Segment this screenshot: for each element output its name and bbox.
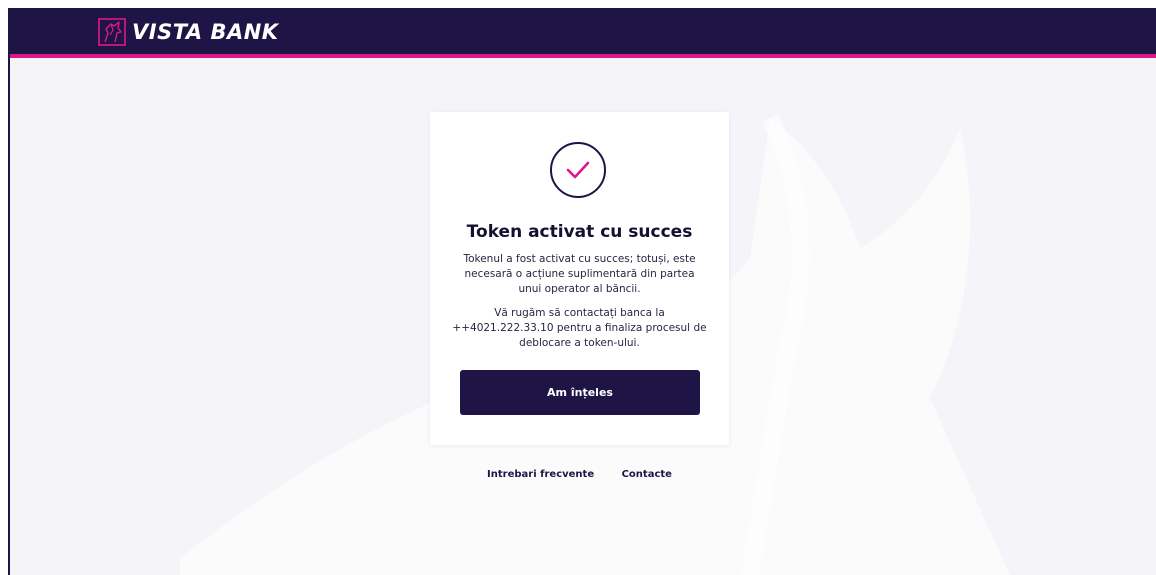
top-navbar: VISTA BANK xyxy=(10,8,1156,58)
contact-instructions: Vă rugăm să contactați banca la ++4021.2… xyxy=(452,307,707,349)
page-title: Token activat cu succes xyxy=(466,222,693,242)
checkmark-circle-icon xyxy=(550,142,606,198)
brand-name: VISTA BANK xyxy=(132,20,279,44)
understood-button[interactable]: Am înțeles xyxy=(460,370,700,415)
contacts-link[interactable]: Contacte xyxy=(622,469,672,480)
footer-links: Intrebari frecvente Contacte xyxy=(430,469,729,480)
faq-link[interactable]: Intrebari frecvente xyxy=(487,469,594,480)
success-message: Tokenul a fost activat cu succes; totuși… xyxy=(463,253,696,295)
page: VISTA BANK Token activat cu succes Token… xyxy=(8,8,1156,575)
success-card: Token activat cu succes Tokenul a fost a… xyxy=(430,112,729,445)
brand-logo[interactable]: VISTA BANK xyxy=(98,18,279,46)
vista-bank-logo-icon xyxy=(98,18,126,46)
